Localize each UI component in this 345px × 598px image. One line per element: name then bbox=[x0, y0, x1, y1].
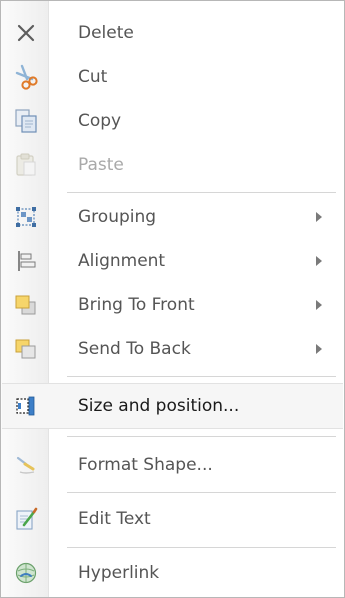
menu-item-size-and-position[interactable]: Size and position... bbox=[2, 383, 343, 429]
hyperlink-icon bbox=[11, 558, 41, 588]
menu-separator bbox=[67, 547, 336, 548]
menu-item-copy[interactable]: Copy bbox=[2, 99, 343, 143]
menu-item-label: Bring To Front bbox=[78, 295, 195, 315]
menu-item-send-to-back[interactable]: Send To Back bbox=[2, 327, 343, 371]
menu-item-label: Send To Back bbox=[78, 339, 191, 359]
menu-item-label: Paste bbox=[78, 155, 124, 175]
edit-text-icon bbox=[11, 504, 41, 534]
submenu-arrow-icon bbox=[316, 256, 322, 266]
paste-icon bbox=[11, 150, 41, 180]
menu-item-format-shape[interactable]: Format Shape... bbox=[2, 443, 343, 487]
menu-item-delete[interactable]: Delete bbox=[2, 11, 343, 55]
menu-separator bbox=[67, 192, 336, 193]
menu-item-label: Cut bbox=[78, 67, 108, 87]
bring-to-front-icon bbox=[11, 290, 41, 320]
size-position-icon bbox=[11, 391, 41, 421]
context-menu: Delete Cut Copy Paste Grouping Alignment… bbox=[0, 0, 345, 598]
menu-separator bbox=[67, 436, 336, 437]
format-shape-icon bbox=[11, 450, 41, 480]
menu-item-alignment[interactable]: Alignment bbox=[2, 239, 343, 283]
menu-item-bring-to-front[interactable]: Bring To Front bbox=[2, 283, 343, 327]
menu-item-paste[interactable]: Paste bbox=[2, 143, 343, 187]
scissors-icon bbox=[11, 62, 41, 92]
menu-item-grouping[interactable]: Grouping bbox=[2, 195, 343, 239]
delete-x-icon bbox=[11, 18, 41, 48]
menu-separator bbox=[67, 376, 336, 377]
menu-item-hyperlink[interactable]: Hyperlink bbox=[2, 551, 343, 595]
menu-item-label: Copy bbox=[78, 111, 122, 131]
menu-item-label: Alignment bbox=[78, 251, 166, 271]
menu-item-label: Size and position... bbox=[78, 396, 240, 416]
grouping-icon bbox=[11, 202, 41, 232]
submenu-arrow-icon bbox=[316, 212, 322, 222]
submenu-arrow-icon bbox=[316, 344, 322, 354]
copy-icon bbox=[11, 106, 41, 136]
menu-item-label: Hyperlink bbox=[78, 563, 160, 583]
menu-item-label: Delete bbox=[78, 23, 134, 43]
menu-item-label: Grouping bbox=[78, 207, 157, 227]
send-to-back-icon bbox=[11, 334, 41, 364]
menu-separator bbox=[67, 492, 336, 493]
alignment-icon bbox=[11, 246, 41, 276]
menu-item-label: Format Shape... bbox=[78, 455, 213, 475]
submenu-arrow-icon bbox=[316, 300, 322, 310]
menu-item-label: Edit Text bbox=[78, 509, 151, 529]
menu-item-edit-text[interactable]: Edit Text bbox=[2, 497, 343, 541]
menu-item-cut[interactable]: Cut bbox=[2, 55, 343, 99]
